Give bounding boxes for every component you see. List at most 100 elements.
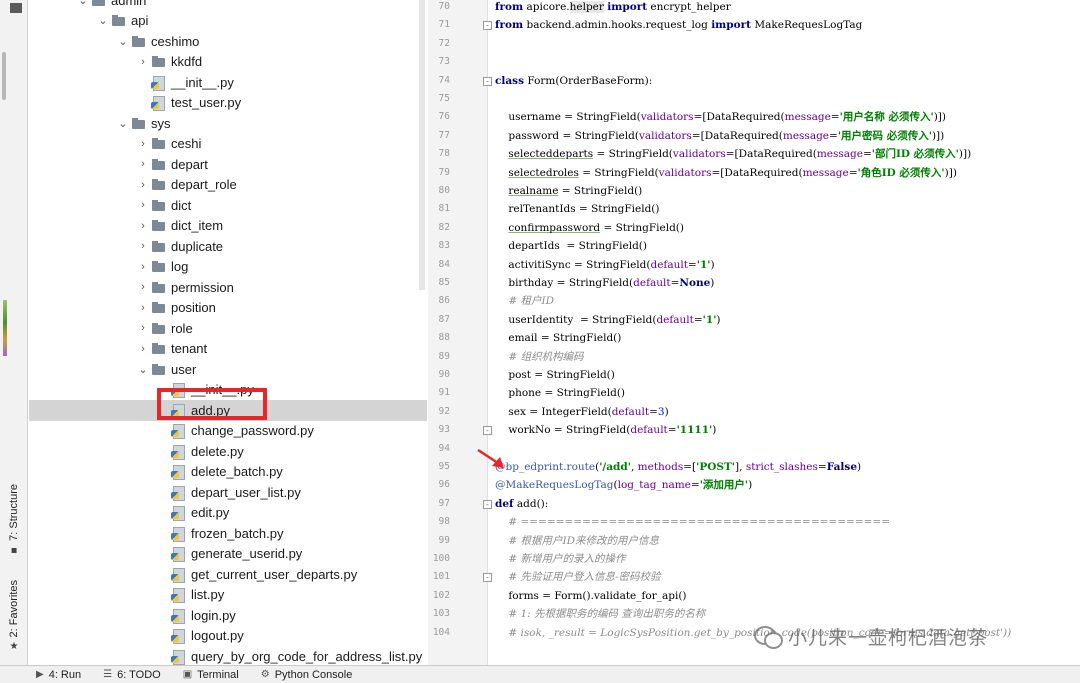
code-line[interactable]: class Form(OrderBaseForm): [495, 72, 652, 90]
tree-folder-row[interactable]: › role [29, 318, 427, 339]
code-line[interactable]: selecteddeparts = StringField(validators… [495, 145, 971, 163]
chevron-right-icon[interactable]: › [135, 343, 151, 355]
code-line[interactable]: userIdentity = StringField(default='1') [495, 311, 720, 329]
chevron-right-icon[interactable]: › [135, 179, 151, 191]
status-tab-terminal[interactable]: ▣ Terminal [183, 669, 239, 681]
code-line[interactable]: @MakeRequesLogTag(log_tag_name='添加用户') [495, 476, 752, 494]
tree-scrollbar[interactable] [2, 52, 6, 100]
code-line[interactable]: # 组织机构编码 [495, 348, 583, 366]
tree-file-row[interactable]: edit.py [29, 503, 427, 524]
tree-folder-row[interactable]: ⌄ api [29, 11, 427, 32]
fold-toggle-icon[interactable]: - [483, 573, 492, 583]
code-line[interactable]: email = StringField() [495, 329, 621, 347]
fold-toggle-icon[interactable]: - [483, 21, 492, 31]
tree-file-row[interactable]: frozen_batch.py [29, 523, 427, 544]
chevron-down-icon[interactable]: ⌄ [115, 35, 131, 48]
tree-file-row[interactable]: logout.py [29, 626, 427, 647]
code-line[interactable]: realname = StringField() [495, 182, 642, 200]
tree-folder-row[interactable]: ⌄ ceshimo [29, 31, 427, 52]
code-line[interactable]: username = StringField(validators=[DataR… [495, 108, 946, 126]
tree-folder-row[interactable]: › depart [29, 154, 427, 175]
code-line[interactable]: departIds = StringField() [495, 237, 647, 255]
line-number: 100 [432, 553, 450, 564]
code-line[interactable]: password = StringField(validators=[DataR… [495, 127, 944, 145]
code-line[interactable]: @bp_edprint.route('/add', methods=['POST… [495, 458, 861, 476]
code-line[interactable]: post = StringField() [495, 366, 615, 384]
tree-item-label: dict_item [171, 218, 224, 234]
chevron-right-icon[interactable]: › [135, 240, 151, 252]
status-tab-6-todo[interactable]: ☰ 6: TODO [103, 669, 161, 681]
tree-folder-row[interactable]: › dict_item [29, 216, 427, 237]
code-line[interactable]: forms = Form().validate_for_api() [495, 587, 686, 605]
tree-file-row[interactable]: depart_user_list.py [29, 482, 427, 503]
tree-folder-row[interactable]: › duplicate [29, 236, 427, 257]
python-file-icon [171, 547, 187, 563]
code-line[interactable]: # 根据用户ID来修改的用户信息 [495, 532, 659, 550]
fold-toggle-icon[interactable]: - [483, 76, 492, 86]
code-line[interactable]: birthday = StringField(default=None) [495, 274, 714, 292]
tree-folder-row[interactable]: › depart_role [29, 175, 427, 196]
tab-favorites[interactable]: ★ 2: Favorites [3, 580, 25, 652]
chevron-right-icon[interactable]: › [135, 220, 151, 232]
tree-folder-row[interactable]: › ceshi [29, 134, 427, 155]
tab-structure[interactable]: ▪ 7: Structure [3, 484, 25, 556]
code-line[interactable]: # 1: 先根据职务的编码 查询出职务的名称 [495, 605, 705, 623]
chevron-right-icon[interactable]: › [135, 56, 151, 68]
fold-toggle-icon[interactable]: - [483, 499, 492, 509]
tree-file-row[interactable]: query_by_org_code_for_address_list.py [29, 646, 427, 665]
tree-item-label: __init__.py [171, 74, 234, 90]
tree-folder-row[interactable]: ⌄ admin [29, 0, 427, 11]
chevron-down-icon[interactable]: ⌄ [75, 0, 91, 7]
chevron-right-icon[interactable]: › [135, 261, 151, 273]
status-tab-4-run[interactable]: ▶ 4: Run [36, 669, 81, 681]
chevron-down-icon[interactable]: ⌄ [95, 14, 111, 27]
tree-folder-row[interactable]: ⌄ sys [29, 113, 427, 134]
tree-file-row[interactable]: __init__.py [29, 72, 427, 93]
status-tab-python-console[interactable]: ⚙ Python Console [261, 669, 353, 681]
code-line[interactable]: # 新增用户的录入的操作 [495, 550, 625, 568]
chevron-right-icon[interactable]: › [135, 322, 151, 334]
code-line[interactable]: # ======================================… [495, 513, 890, 531]
code-line[interactable]: def add(): [495, 495, 548, 513]
tree-folder-row[interactable]: › dict [29, 195, 427, 216]
tree-folder-row[interactable]: ⌄ user [29, 359, 427, 380]
tree-file-row[interactable]: delete.py [29, 441, 427, 462]
tree-folder-row[interactable]: › position [29, 298, 427, 319]
code-line[interactable]: relTenantIds = StringField() [495, 200, 659, 218]
chevron-right-icon[interactable]: › [135, 281, 151, 293]
project-folder-icon[interactable] [10, 3, 22, 13]
tree-item-label: depart_role [171, 177, 237, 193]
chevron-down-icon[interactable]: ⌄ [135, 363, 151, 376]
tree-folder-row[interactable]: › permission [29, 277, 427, 298]
code-line[interactable]: from backend.admin.hooks.request_log imp… [495, 16, 862, 34]
tree-item-label: depart_user_list.py [191, 484, 301, 500]
line-number: 70 [438, 1, 450, 12]
tree-file-row[interactable]: test_user.py [29, 93, 427, 114]
tree-file-row[interactable]: change_password.py [29, 421, 427, 442]
chevron-right-icon[interactable]: › [135, 158, 151, 170]
code-line[interactable]: from apicore.helper import encrypt_helpe… [495, 0, 731, 16]
code-line[interactable]: # 租户ID [495, 292, 554, 310]
tree-file-row[interactable]: delete_batch.py [29, 462, 427, 483]
code-line[interactable]: sex = IntegerField(default=3) [495, 403, 668, 421]
code-line[interactable]: confirmpassword = StringField() [495, 219, 684, 237]
tree-file-row[interactable]: login.py [29, 605, 427, 626]
chevron-right-icon[interactable]: › [135, 302, 151, 314]
tree-file-row[interactable]: get_current_user_departs.py [29, 564, 427, 585]
code-editor[interactable]: 70 71 - 72 73 74 - 75 76 77 78 79 80 81 82 83 84 85 86 87 88… [428, 0, 1080, 665]
code-line[interactable]: # 先验证用户登入信息-密码校验 [495, 568, 660, 586]
tree-file-row[interactable]: generate_userid.py [29, 544, 427, 565]
fold-toggle-icon[interactable]: - [483, 426, 492, 436]
chevron-right-icon[interactable]: › [135, 138, 151, 150]
code-line[interactable]: activitiSync = StringField(default='1') [495, 256, 714, 274]
chevron-down-icon[interactable]: ⌄ [115, 117, 131, 130]
line-number: 86 [438, 295, 450, 307]
code-line[interactable]: phone = StringField() [495, 384, 625, 402]
code-line[interactable]: workNo = StringField(default='1111') [495, 421, 716, 439]
tree-folder-row[interactable]: › log [29, 257, 427, 278]
code-line[interactable]: selectedroles = StringField(validators=[… [495, 164, 957, 182]
tree-file-row[interactable]: list.py [29, 585, 427, 606]
tree-folder-row[interactable]: › kkdfd [29, 52, 427, 73]
tree-folder-row[interactable]: › tenant [29, 339, 427, 360]
chevron-right-icon[interactable]: › [135, 199, 151, 211]
